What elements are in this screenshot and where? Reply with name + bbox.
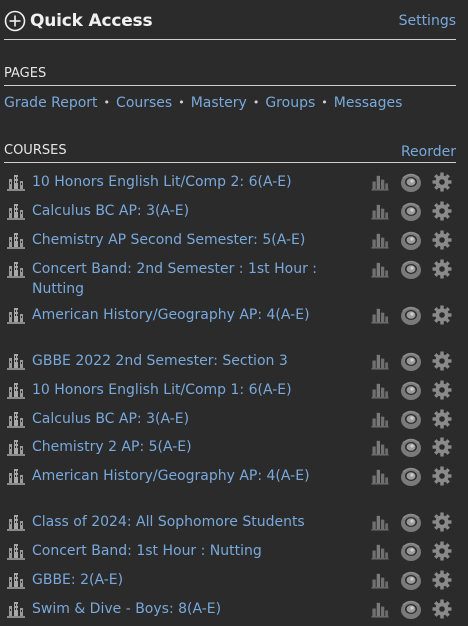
gear-icon[interactable] bbox=[432, 230, 452, 250]
gear-icon[interactable] bbox=[432, 201, 452, 221]
building-icon bbox=[7, 354, 25, 370]
course-link[interactable]: 10 Honors English Lit/Comp 2: 6(A-E) bbox=[32, 172, 318, 192]
activity-icon[interactable] bbox=[400, 305, 422, 325]
courses-section-header: COURSES Reorder bbox=[4, 141, 456, 163]
bar-chart-icon[interactable] bbox=[370, 381, 390, 399]
bar-chart-icon[interactable] bbox=[370, 438, 390, 456]
building-icon bbox=[7, 233, 25, 249]
gear-icon[interactable] bbox=[432, 570, 452, 590]
activity-icon[interactable] bbox=[400, 599, 422, 619]
link-separator: • bbox=[321, 96, 328, 109]
bar-chart-icon[interactable] bbox=[370, 352, 390, 370]
bar-chart-icon[interactable] bbox=[370, 231, 390, 249]
gear-icon[interactable] bbox=[432, 466, 452, 486]
gear-icon[interactable] bbox=[432, 541, 452, 561]
link-separator: • bbox=[252, 96, 260, 109]
course-link[interactable]: GBBE: 2(A-E) bbox=[32, 570, 318, 590]
building-icon bbox=[7, 602, 25, 618]
activity-icon[interactable] bbox=[400, 230, 422, 250]
link-separator: • bbox=[178, 96, 185, 109]
courses-link[interactable]: Courses bbox=[116, 95, 172, 111]
activity-icon[interactable] bbox=[400, 512, 422, 532]
activity-icon[interactable] bbox=[400, 409, 422, 429]
activity-icon[interactable] bbox=[400, 259, 422, 279]
reorder-link[interactable]: Reorder bbox=[401, 144, 456, 160]
course-link[interactable]: Class of 2024: All Sophomore Students bbox=[32, 512, 318, 532]
messages-link[interactable]: Messages bbox=[334, 95, 403, 111]
pages-links: Grade Report • Courses • Mastery • Groups • Mess… bbox=[4, 95, 402, 111]
quick-access-header: Quick Access Settings bbox=[4, 8, 456, 40]
course-link[interactable]: GBBE 2022 2nd Semester: Section 3 bbox=[32, 351, 318, 371]
building-icon bbox=[7, 204, 25, 220]
grade-report-link[interactable]: Grade Report bbox=[4, 95, 98, 111]
activity-icon[interactable] bbox=[400, 351, 422, 371]
bar-chart-icon[interactable] bbox=[370, 410, 390, 428]
building-icon bbox=[7, 175, 25, 191]
activity-icon[interactable] bbox=[400, 437, 422, 457]
building-icon bbox=[7, 515, 25, 531]
bar-chart-icon[interactable] bbox=[370, 173, 390, 191]
building-icon bbox=[7, 469, 25, 485]
activity-icon[interactable] bbox=[400, 570, 422, 590]
gear-icon[interactable] bbox=[432, 409, 452, 429]
course-link[interactable]: 10 Honors English Lit/Comp 1: 6(A-E) bbox=[32, 380, 318, 400]
gear-icon[interactable] bbox=[432, 380, 452, 400]
activity-icon[interactable] bbox=[400, 541, 422, 561]
gear-icon[interactable] bbox=[432, 437, 452, 457]
bar-chart-icon[interactable] bbox=[370, 202, 390, 220]
activity-icon[interactable] bbox=[400, 172, 422, 192]
course-link[interactable]: Calculus BC AP: 3(A-E) bbox=[32, 201, 318, 221]
bar-chart-icon[interactable] bbox=[370, 600, 390, 618]
gear-icon[interactable] bbox=[432, 259, 452, 279]
quick-access-title-wrap: Quick Access bbox=[4, 10, 153, 32]
building-icon bbox=[7, 573, 25, 589]
building-icon bbox=[7, 544, 25, 560]
building-icon bbox=[7, 308, 25, 324]
courses-heading: COURSES bbox=[4, 143, 67, 158]
pages-heading: PAGES bbox=[4, 66, 47, 81]
pages-section-header: PAGES bbox=[4, 64, 456, 86]
course-link[interactable]: Concert Band: 2nd Semester : 1st Hour : … bbox=[32, 259, 318, 299]
bar-chart-icon[interactable] bbox=[370, 306, 390, 324]
building-icon bbox=[7, 383, 25, 399]
gear-icon[interactable] bbox=[432, 305, 452, 325]
activity-icon[interactable] bbox=[400, 380, 422, 400]
gear-icon[interactable] bbox=[432, 512, 452, 532]
bar-chart-icon[interactable] bbox=[370, 513, 390, 531]
course-link[interactable]: American History/Geography AP: 4(A-E) bbox=[32, 466, 318, 486]
plus-circle-icon[interactable] bbox=[4, 10, 26, 32]
bar-chart-icon[interactable] bbox=[370, 571, 390, 589]
link-separator: • bbox=[103, 96, 111, 109]
gear-icon[interactable] bbox=[432, 351, 452, 371]
gear-icon[interactable] bbox=[432, 599, 452, 619]
bar-chart-icon[interactable] bbox=[370, 467, 390, 485]
building-icon bbox=[7, 412, 25, 428]
activity-icon[interactable] bbox=[400, 466, 422, 486]
gear-icon[interactable] bbox=[432, 172, 452, 192]
building-icon bbox=[7, 262, 25, 278]
quick-access-title: Quick Access bbox=[30, 11, 153, 31]
building-icon bbox=[7, 440, 25, 456]
bar-chart-icon[interactable] bbox=[370, 260, 390, 278]
activity-icon[interactable] bbox=[400, 201, 422, 221]
course-link[interactable]: Chemistry AP Second Semester: 5(A-E) bbox=[32, 230, 318, 250]
mastery-link[interactable]: Mastery bbox=[191, 95, 247, 111]
course-link[interactable]: Chemistry 2 AP: 5(A-E) bbox=[32, 437, 318, 457]
course-link[interactable]: Calculus BC AP: 3(A-E) bbox=[32, 409, 318, 429]
course-link[interactable]: American History/Geography AP: 4(A-E) bbox=[32, 305, 318, 325]
groups-link[interactable]: Groups bbox=[265, 95, 315, 111]
course-link[interactable]: Swim & Dive - Boys: 8(A-E) bbox=[32, 599, 318, 619]
course-link[interactable]: Concert Band: 1st Hour : Nutting bbox=[32, 541, 318, 561]
bar-chart-icon[interactable] bbox=[370, 542, 390, 560]
settings-link[interactable]: Settings bbox=[399, 13, 456, 29]
